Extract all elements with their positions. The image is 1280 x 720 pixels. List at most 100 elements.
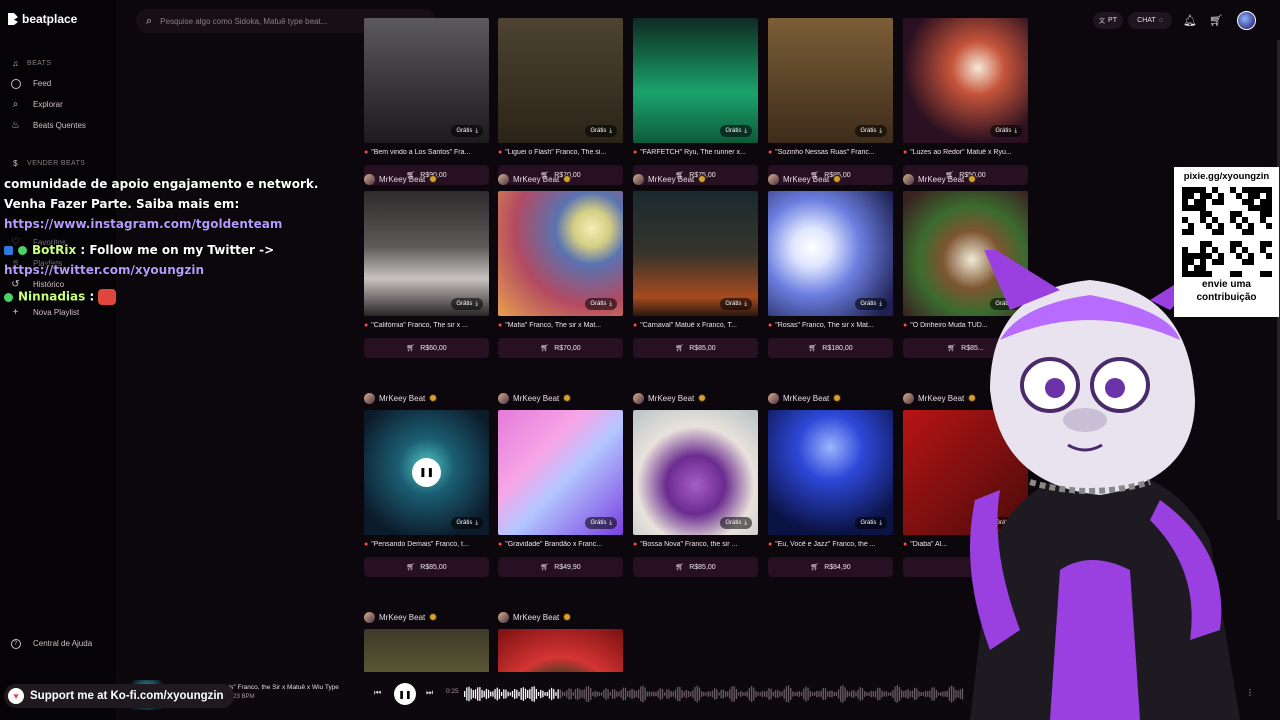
sidebar-item-explorar[interactable]: ⌕ Explorar — [10, 99, 63, 110]
buy-button[interactable]: 🛒︎ R$84,90 — [768, 557, 893, 577]
pause-button[interactable]: ❚❚ — [394, 683, 416, 705]
beat-title-row[interactable]: ● "Pensando Demais" Franco, t... — [364, 541, 489, 548]
beat-title: "Carnaval" Matuê x Franco, T... — [640, 322, 737, 329]
free-download-badge[interactable]: Grátis⤓ — [451, 125, 483, 137]
beat-cover[interactable]: Grátis⤓ — [768, 18, 893, 143]
free-download-badge[interactable]: Grátis⤓ — [855, 125, 887, 137]
beat-cover[interactable]: Grátis⤓ — [768, 410, 893, 535]
free-download-badge[interactable]: Grátis⤓ — [585, 298, 617, 310]
free-download-badge[interactable]: Grátis⤓ — [451, 517, 483, 529]
beat-title-row[interactable]: ● "Sozinho Nessas Ruas" Franc... — [768, 149, 893, 156]
artist-row[interactable]: MrKeey Beat — [364, 611, 438, 623]
beat-price: R$70,00 — [554, 344, 581, 352]
free-download-badge[interactable]: Grátis⤓ — [720, 125, 752, 137]
bell-icon[interactable]: 🔔︎ — [1183, 14, 1197, 27]
beat-cover[interactable]: Grátis⤓ — [903, 18, 1028, 143]
buy-button[interactable]: 🛒︎ R$85,00 — [633, 338, 758, 358]
buy-button[interactable]: 🛒︎ R$60,00 — [364, 338, 489, 358]
donation-qr-widget[interactable]: pixie.gg/xyoungzin envie uma contribuiçã… — [1174, 167, 1279, 317]
beat-cover[interactable]: Grátis⤓ — [498, 410, 623, 535]
free-download-badge[interactable]: Grátis⤓ — [990, 125, 1022, 137]
beat-cover[interactable]: Grátis⤓ — [633, 410, 758, 535]
free-download-badge[interactable]: Grátis⤓ — [451, 298, 483, 310]
artist-name: MrKeey Beat — [379, 612, 426, 622]
help-icon: ? — [10, 638, 21, 649]
artist-row[interactable]: MrKeey Beat — [364, 392, 438, 404]
flame-icon: ● — [364, 322, 369, 329]
free-download-badge[interactable]: Grátis⤓ — [855, 517, 887, 529]
sidebar-item-nova-playlist[interactable]: + Nova Playlist — [10, 307, 80, 318]
beat-cover[interactable]: Grátis⤓ — [498, 191, 623, 316]
buy-button[interactable]: 🛒︎ R$85,00 — [364, 557, 489, 577]
user-avatar[interactable] — [1237, 11, 1256, 30]
cart-icon: 🛒︎ — [810, 564, 820, 571]
artist-avatar — [768, 392, 779, 404]
artist-row[interactable]: MrKeey Beat — [633, 173, 707, 185]
chat-label: CHAT — [1137, 17, 1156, 24]
app-logo[interactable]: beatplace — [8, 12, 77, 26]
search-icon: ⌕ — [12, 99, 19, 110]
cart-icon: 🛒︎ — [406, 345, 416, 352]
buy-button[interactable]: 🛒︎ R$85,00 — [633, 557, 758, 577]
artist-row[interactable]: MrKeey Beat — [498, 611, 572, 623]
artist-avatar — [633, 173, 644, 185]
beat-title-row[interactable]: ● "Carnaval" Matuê x Franco, T... — [633, 322, 758, 329]
beat-price: R$85,00 — [689, 344, 716, 352]
artist-row[interactable]: MrKeey Beat — [633, 392, 707, 404]
artist-row[interactable]: MrKeey Beat — [768, 392, 842, 404]
beat-title-row[interactable]: ● "Gravidade" Brandão x Franc... — [498, 541, 623, 548]
free-download-badge[interactable]: Grátis⤓ — [585, 517, 617, 529]
beat-title-row[interactable]: ● "Bossa Nova" Franco, the sir ... — [633, 541, 758, 548]
beat-title-row[interactable]: ● "Califórnia" Franco, The sir x ... — [364, 322, 489, 329]
free-download-badge[interactable]: Grátis⤓ — [855, 298, 887, 310]
previous-icon[interactable]: ⏮ — [374, 688, 381, 698]
beat-title: "Mafia" Franco, The sir x Mat... — [505, 322, 602, 329]
language-toggle[interactable]: 文 PT — [1093, 12, 1123, 29]
beat-cover[interactable]: Grátis⤓ — [633, 18, 758, 143]
free-download-badge[interactable]: Grátis⤓ — [720, 298, 752, 310]
chat-button[interactable]: CHAT ◌ — [1128, 12, 1172, 29]
sidebar-item-help[interactable]: ? Central de Ajuda — [10, 638, 92, 649]
buy-button[interactable]: 🛒︎ R$49,90 — [498, 557, 623, 577]
next-icon[interactable]: ⏭ — [426, 688, 433, 698]
buy-button[interactable]: 🛒︎ R$180,00 — [768, 338, 893, 358]
chat-bubble-icon: ◌ — [1158, 17, 1163, 24]
beat-title-row[interactable]: ● "Eu, Você e Jazz" Franco, the ... — [768, 541, 893, 548]
download-icon: ⤓ — [609, 519, 612, 526]
beat-title-row[interactable]: ● "Liguei o Flash" Franco, The si... — [498, 149, 623, 156]
artist-row[interactable]: MrKeey Beat — [498, 392, 572, 404]
cart-icon: 🛒︎ — [675, 345, 685, 352]
beat-cover[interactable]: Grátis⤓ — [364, 191, 489, 316]
free-download-badge[interactable]: Grátis⤓ — [720, 517, 752, 529]
beat-cover[interactable]: Grátis⤓ — [633, 191, 758, 316]
beat-title-row[interactable]: ● "Mafia" Franco, The sir x Mat... — [498, 322, 623, 329]
logo-icon — [8, 13, 18, 25]
beat-title: "Bem vindo a Los Santos" Fra... — [371, 149, 471, 156]
pause-icon[interactable]: ❚❚ — [412, 458, 441, 487]
flame-icon: ● — [633, 149, 638, 156]
download-icon: ⤓ — [744, 127, 747, 134]
beat-cover[interactable]: ❚❚ Grátis ⤓ — [364, 410, 489, 535]
free-download-badge[interactable]: Grátis⤓ — [585, 125, 617, 137]
buy-button[interactable]: 🛒︎ R$70,00 — [498, 338, 623, 358]
artist-avatar — [364, 392, 375, 404]
chat-line: comunidade de apoio engajamento e networ… — [4, 177, 319, 191]
sidebar-item-feed[interactable]: Feed — [10, 78, 51, 89]
artist-row[interactable]: MrKeey Beat — [364, 173, 438, 185]
beat-cover[interactable]: Grátis⤓ — [364, 18, 489, 143]
cart-icon[interactable]: 🛒︎ — [1209, 14, 1223, 27]
artist-row[interactable]: MrKeey Beat — [498, 173, 572, 185]
sidebar-item-beats-quentes[interactable]: ♨ Beats Quentes — [10, 120, 86, 131]
artist-row[interactable]: MrKeey Beat — [768, 173, 842, 185]
beat-title-row[interactable]: ● "FARFETCH" Ryu, The runner x... — [633, 149, 758, 156]
beat-cover[interactable]: Grátis⤓ — [768, 191, 893, 316]
beat-cover[interactable]: Grátis⤓ — [498, 18, 623, 143]
chat-link[interactable]: https://www.instagram.com/tgoldenteam — [4, 217, 282, 231]
chat-link[interactable]: https://twitter.com/xyoungzin — [4, 263, 204, 277]
beat-title-row[interactable]: ● "Rosas" Franco, The sir x Mat... — [768, 322, 893, 329]
beat-title-row[interactable]: ● "Bem vindo a Los Santos" Fra... — [364, 149, 489, 156]
waveform-seekbar[interactable] — [464, 682, 964, 706]
beat-title-row[interactable]: ● "Luzes ao Redor" Matuê x Ryu... — [903, 149, 1028, 156]
artist-name: MrKeey Beat — [648, 174, 695, 184]
artist-row[interactable]: MrKeey Beat — [903, 173, 977, 185]
